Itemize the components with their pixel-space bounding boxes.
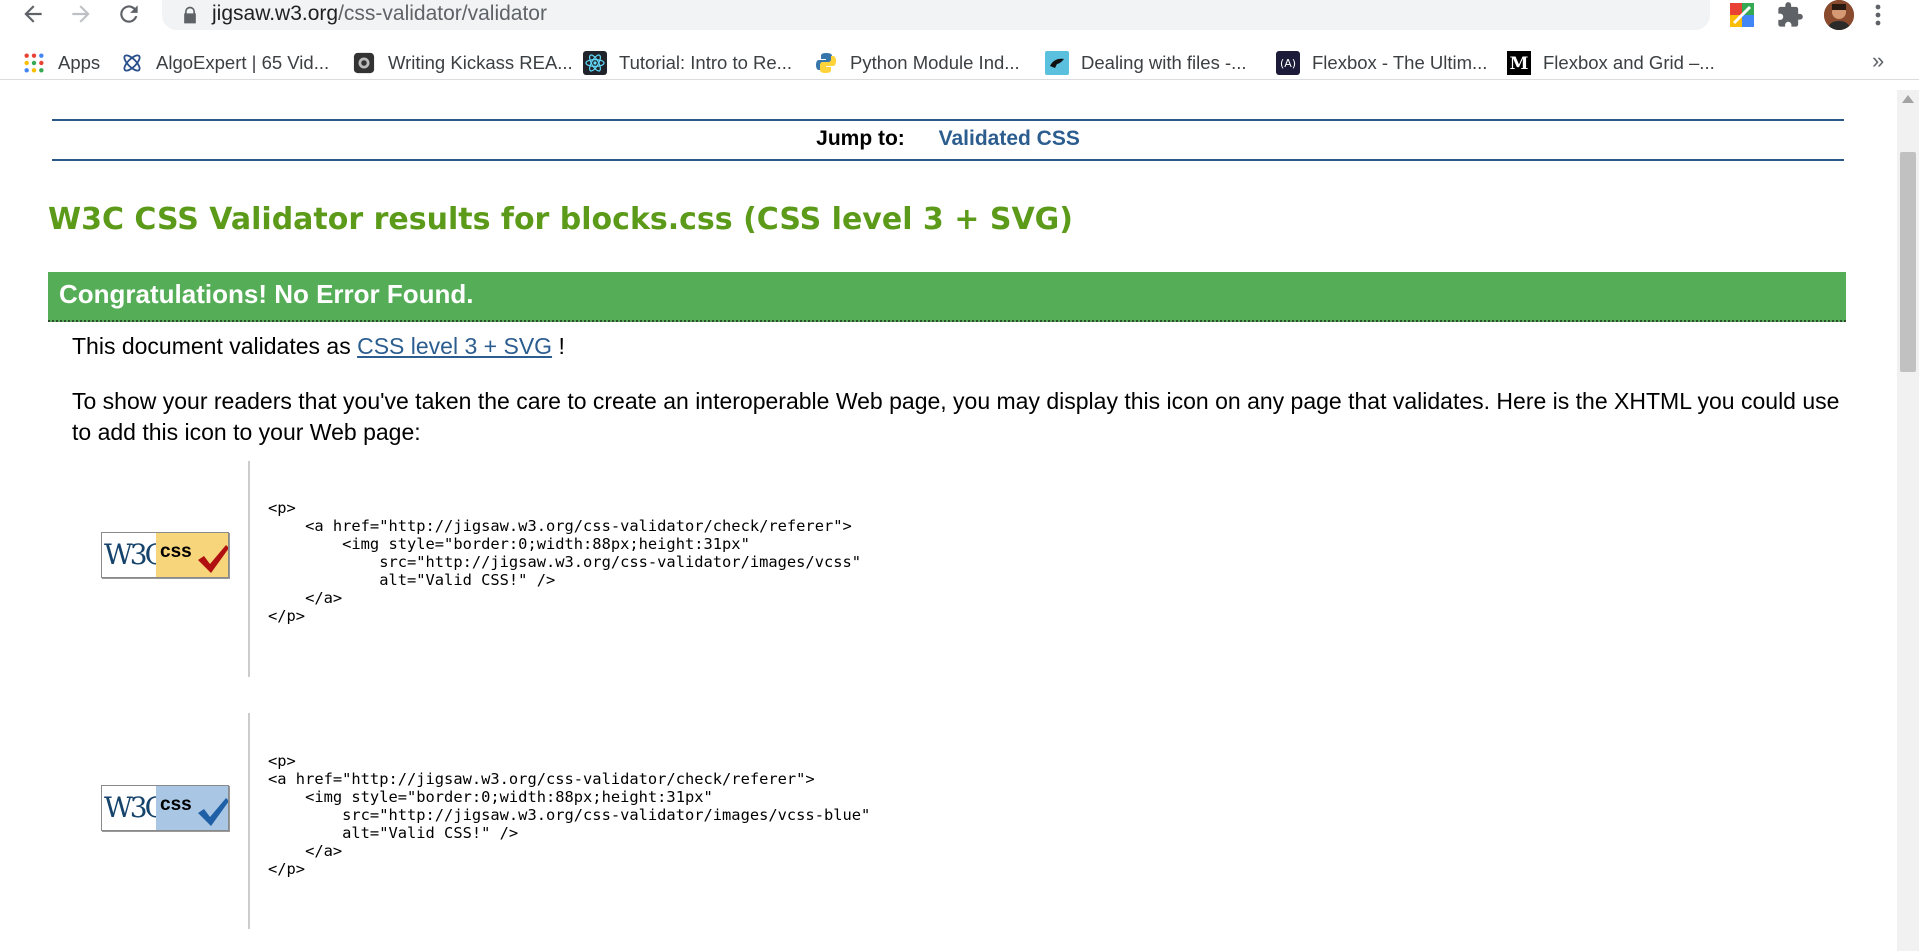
- jump-to-bar: Jump to: Validated CSS: [52, 119, 1844, 161]
- bookmark-label: Flexbox and Grid –...: [1543, 52, 1715, 73]
- bookmark-apps[interactable]: Apps: [22, 50, 100, 76]
- jump-to-label: Jump to:: [816, 127, 905, 150]
- python-icon: [814, 51, 838, 75]
- valid-css-badge-gold[interactable]: W3C css: [101, 532, 229, 578]
- browser-toolbar: jigsaw.w3.org/css-validator/validator: [0, 0, 1919, 30]
- validated-css-link[interactable]: Validated CSS: [939, 127, 1080, 150]
- bookmarks-overflow-chevron-icon[interactable]: »: [1872, 48, 1884, 74]
- badge-example-gold: W3C css <p> <a href="http://jigsaw.w3.or…: [100, 461, 1700, 677]
- w3c-logo-text: W3C: [102, 533, 166, 577]
- reload-icon: [120, 5, 138, 23]
- react-icon: [583, 51, 607, 75]
- avatar-icon: [1824, 0, 1854, 30]
- bookmark-algoexpert[interactable]: AlgoExpert | 65 Vid...: [120, 50, 329, 76]
- divider: [248, 713, 250, 929]
- bookmark-python-modules[interactable]: Python Module Ind...: [814, 50, 1020, 76]
- forward-arrow-icon: [72, 5, 90, 23]
- css-level-link[interactable]: CSS level 3 + SVG: [357, 333, 552, 359]
- page-title: W3C CSS Validator results for blocks.css…: [48, 202, 1073, 237]
- success-banner: Congratulations! No Error Found.: [48, 272, 1846, 322]
- vertical-scrollbar[interactable]: [1897, 90, 1919, 951]
- success-message: Congratulations! No Error Found.: [59, 279, 474, 309]
- menu-kebab-icon[interactable]: [1868, 2, 1888, 28]
- url-host: jigsaw.w3.org: [212, 2, 339, 25]
- bookmark-flexbox-grid[interactable]: M Flexbox and Grid –...: [1507, 50, 1715, 76]
- page-content: Jump to: Validated CSS W3C CSS Validator…: [0, 90, 1897, 951]
- extensions-puzzle-icon[interactable]: [1776, 1, 1804, 29]
- back-button[interactable]: [16, 0, 50, 28]
- address-bar[interactable]: jigsaw.w3.org/css-validator/validator: [162, 0, 1848, 30]
- colorful-extension-icon[interactable]: [1728, 1, 1756, 29]
- url-text[interactable]: jigsaw.w3.org/css-validator/validator: [212, 2, 547, 26]
- bookmark-label: Python Module Ind...: [850, 52, 1020, 73]
- bookmark-label: Tutorial: Intro to Re...: [619, 52, 793, 73]
- bookmark-label: AlgoExpert | 65 Vid...: [156, 52, 330, 73]
- url-path: /css-validator/validator: [338, 2, 547, 25]
- badge-code-snippet: <p> <a href="http://jigsaw.w3.org/css-va…: [268, 499, 862, 625]
- readers-paragraph: To show your readers that you've taken t…: [72, 388, 1840, 445]
- bookmark-label: Writing Kickass REA...: [388, 52, 573, 73]
- lock-icon: [184, 6, 196, 24]
- red-checkmark-icon: [198, 545, 228, 573]
- divider: [248, 461, 250, 677]
- apps-grid-icon: [22, 51, 46, 75]
- forward-button[interactable]: [64, 0, 98, 28]
- readme-site-icon: [352, 51, 376, 75]
- bookmark-dealing-with-files[interactable]: Dealing with files -...: [1045, 50, 1247, 76]
- badge-example-blue: W3C css <p> <a href="http://jigsaw.w3.or…: [100, 713, 1700, 929]
- scroll-up-arrow-icon[interactable]: [1902, 95, 1914, 103]
- validates-statement: This document validates as CSS level 3 +…: [72, 333, 565, 360]
- svg-text:(A): (A): [1280, 57, 1296, 70]
- reload-button[interactable]: [112, 0, 146, 28]
- bookmark-label: Apps: [58, 52, 101, 73]
- bookmark-react-tutorial[interactable]: Tutorial: Intro to Re...: [583, 50, 792, 76]
- w3c-logo-text: W3C: [102, 786, 166, 830]
- profile-avatar[interactable]: [1824, 0, 1854, 30]
- file-site-icon: [1045, 51, 1069, 75]
- bookmark-label: Dealing with files -...: [1081, 52, 1247, 73]
- badge-code-snippet: <p> <a href="http://jigsaw.w3.org/css-va…: [268, 752, 871, 878]
- validates-prefix: This document validates as: [72, 333, 351, 359]
- valid-css-badge-blue[interactable]: W3C css: [101, 785, 229, 831]
- algoexpert-icon: [120, 51, 144, 75]
- medium-icon: M: [1507, 51, 1531, 75]
- bookmark-flexbox-ultimate[interactable]: (A) Flexbox - The Ultim...: [1276, 50, 1487, 76]
- svg-text:M: M: [1510, 54, 1529, 74]
- blue-checkmark-icon: [198, 798, 228, 826]
- back-arrow-icon: [24, 5, 42, 23]
- bookmark-label: Flexbox - The Ultim...: [1312, 52, 1488, 73]
- validates-suffix: !: [558, 333, 565, 359]
- bookmark-writing-readme[interactable]: Writing Kickass REA...: [352, 50, 573, 76]
- flexbox-site-icon: (A): [1276, 51, 1300, 75]
- scrollbar-thumb[interactable]: [1900, 152, 1916, 372]
- bookmarks-bar: Apps AlgoExpert | 65 Vid... Writing Kick…: [0, 44, 1919, 80]
